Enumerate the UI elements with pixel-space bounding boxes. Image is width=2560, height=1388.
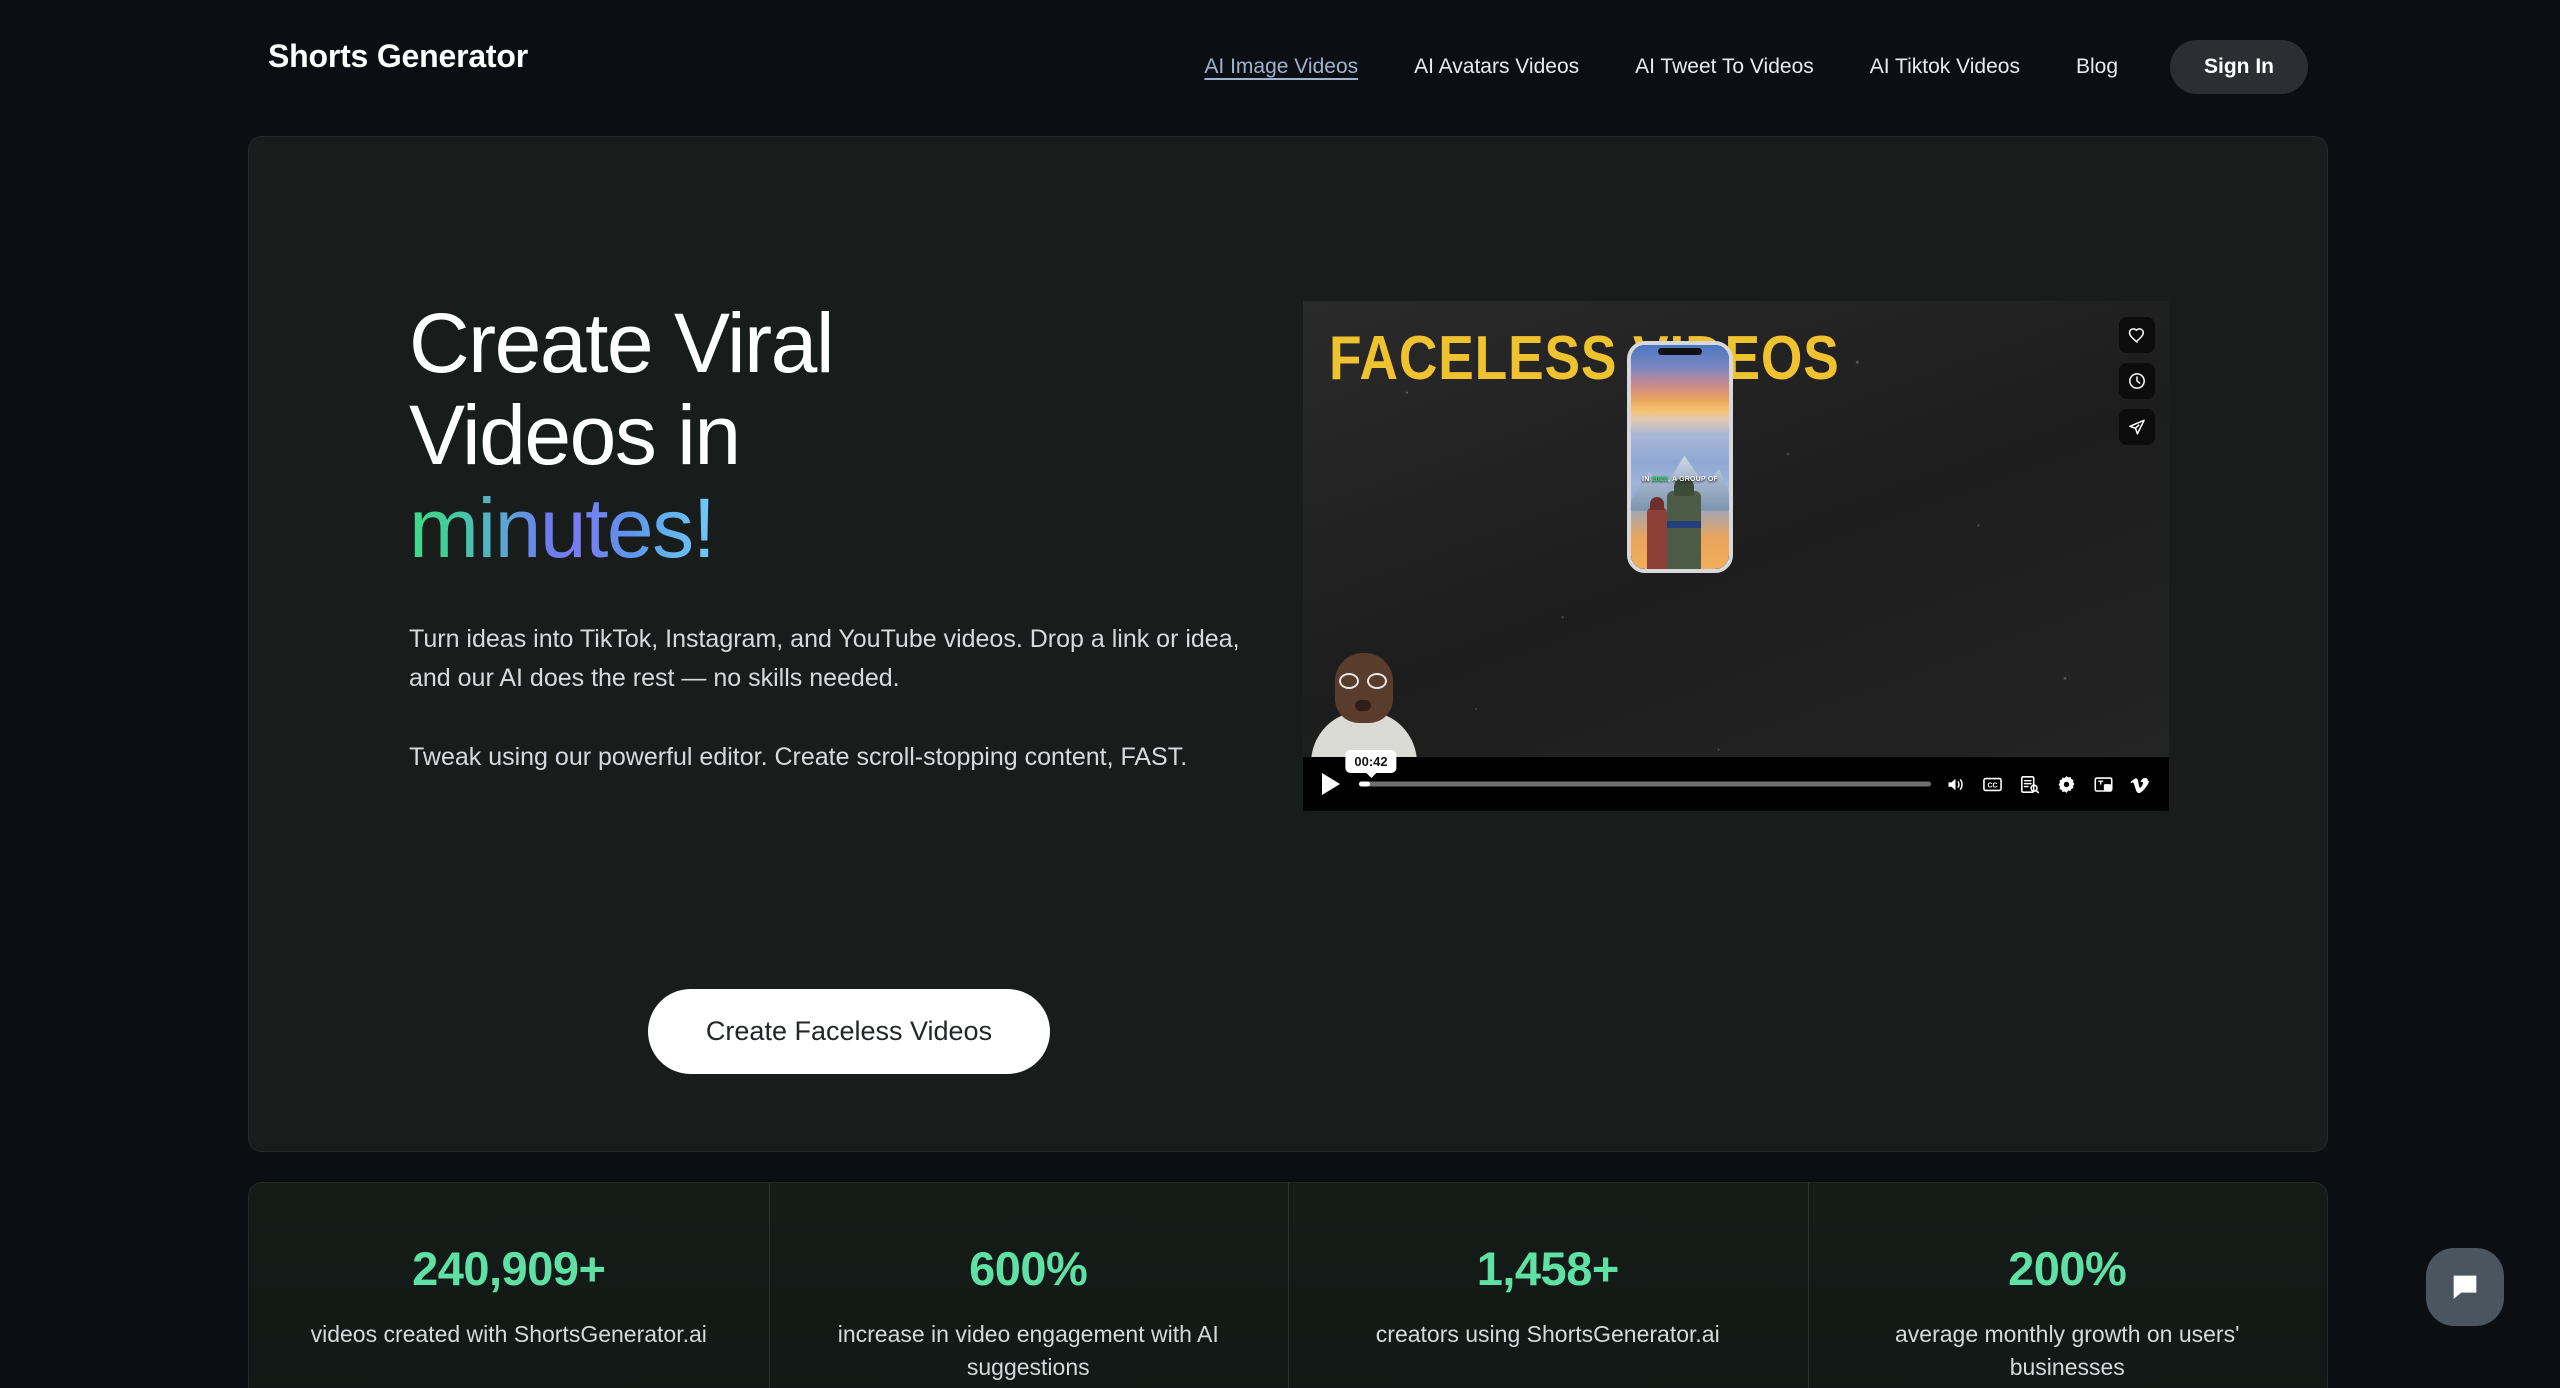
- watch-later-icon: [2129, 373, 2145, 389]
- player-control-bar: 00:42 CC: [1303, 750, 2169, 811]
- brand-logo[interactable]: Shorts Generator: [268, 38, 528, 75]
- nav-links: AI Image Videos AI Avatars Videos AI Twe…: [1176, 40, 2308, 94]
- share-icon: [2129, 419, 2145, 435]
- video-player[interactable]: FACELESS VIDEOS IN 2023, A GROUP OF 00:4…: [1303, 301, 2169, 811]
- stat-label: increase in video engagement with AI sug…: [837, 1321, 1219, 1381]
- hero-paragraph-1: Turn ideas into TikTok, Instagram, and Y…: [409, 625, 1240, 692]
- transcript-icon: [2021, 775, 2040, 793]
- svg-text:CC: CC: [1987, 782, 1997, 789]
- transcript-button[interactable]: [2019, 774, 2040, 795]
- stat-label: creators using ShortsGenerator.ai: [1375, 1321, 1720, 1347]
- stat-label: average monthly growth on users' busines…: [1895, 1321, 2240, 1381]
- video-caption-text: IN 2023, A GROUP OF: [1642, 476, 1718, 483]
- phone-notch: [1658, 348, 1702, 355]
- page-title: Create Viral Videos in minutes!: [409, 297, 1289, 574]
- hero-heading-line-1: Create Viral: [409, 296, 834, 390]
- nav-link-ai-image-videos[interactable]: AI Image Videos: [1176, 55, 1386, 79]
- share-button[interactable]: [2119, 409, 2155, 445]
- stat-value: 1,458+: [1476, 1242, 1620, 1295]
- volume-icon: [1948, 778, 1963, 790]
- settings-gear-icon: [2058, 775, 2075, 793]
- like-button[interactable]: [2119, 317, 2155, 353]
- current-time-tooltip: 00:42: [1345, 750, 1397, 773]
- nav-link-ai-tweet-to-videos[interactable]: AI Tweet To Videos: [1607, 55, 1842, 79]
- caption-highlight: 2023: [1651, 476, 1668, 483]
- picture-in-picture-icon: [2094, 776, 2113, 792]
- like-icon: [2128, 328, 2144, 343]
- volume-button[interactable]: [1945, 774, 1966, 795]
- cta-container: Create Faceless Videos: [409, 989, 1289, 1074]
- player-control-icons: CC: [1945, 774, 2169, 795]
- player-side-actions: [2119, 317, 2155, 445]
- stat-label: videos created with ShortsGenerator.ai: [310, 1321, 707, 1347]
- person-primary-shape: [1667, 478, 1701, 569]
- caption-prefix: IN: [1642, 476, 1652, 483]
- hero-heading-accent: minutes!: [409, 480, 716, 575]
- caption-suffix: , A GROUP OF: [1667, 476, 1718, 483]
- watch-later-button[interactable]: [2119, 363, 2155, 399]
- chat-widget-button[interactable]: [2426, 1248, 2504, 1326]
- play-icon: [1322, 773, 1340, 795]
- chat-bubble-icon: [2453, 1275, 2477, 1299]
- phone-mockup: IN 2023, A GROUP OF: [1627, 341, 1733, 573]
- progress-fill: [1359, 781, 1371, 787]
- stat-item: 200% average monthly growth on users' bu…: [1807, 1183, 2328, 1388]
- thumbnail-title-text: FACELESS VIDEOS: [1329, 324, 1840, 393]
- progress-bar[interactable]: 00:42: [1345, 750, 1931, 811]
- vimeo-button[interactable]: [2130, 774, 2151, 795]
- top-navigation-bar: Shorts Generator AI Image Videos AI Avat…: [0, 0, 2560, 124]
- stat-value: 600%: [969, 1242, 1088, 1295]
- hero-card: Create Viral Videos in minutes! Turn ide…: [248, 136, 2328, 1152]
- hero-heading-line-2: Videos in: [409, 388, 741, 483]
- presenter-glasses: [1339, 673, 1387, 689]
- stat-item: 240,909+ videos created with ShortsGener…: [249, 1183, 769, 1388]
- settings-button[interactable]: [2056, 774, 2077, 795]
- phone-screen: IN 2023, A GROUP OF: [1631, 345, 1729, 569]
- nav-link-ai-avatars-videos[interactable]: AI Avatars Videos: [1386, 55, 1607, 79]
- closed-captions-button[interactable]: CC: [1982, 774, 2003, 795]
- create-faceless-videos-button[interactable]: Create Faceless Videos: [647, 989, 1051, 1074]
- progress-track: [1359, 781, 1931, 787]
- stat-value: 240,909+: [412, 1242, 606, 1295]
- sign-in-button[interactable]: Sign In: [2170, 40, 2308, 94]
- stat-item: 1,458+ creators using ShortsGenerator.ai: [1288, 1183, 1808, 1388]
- nav-link-blog[interactable]: Blog: [2048, 55, 2146, 79]
- hero-text-block: Create Viral Videos in minutes! Turn ide…: [409, 297, 1289, 776]
- vimeo-logo-icon: [2130, 777, 2150, 793]
- person-secondary-shape: [1647, 497, 1667, 569]
- picture-in-picture-button[interactable]: [2093, 774, 2114, 795]
- stat-item: 600% increase in video engagement with A…: [768, 1183, 1289, 1388]
- presenter-mouth: [1355, 700, 1371, 711]
- stat-value: 200%: [2008, 1242, 2127, 1295]
- stats-card: 240,909+ videos created with ShortsGener…: [248, 1182, 2328, 1388]
- hero-paragraph-2: Tweak using our powerful editor. Create …: [409, 742, 1188, 771]
- nav-link-ai-tiktok-videos[interactable]: AI Tiktok Videos: [1842, 55, 2048, 79]
- closed-captions-icon: CC: [1983, 777, 2002, 791]
